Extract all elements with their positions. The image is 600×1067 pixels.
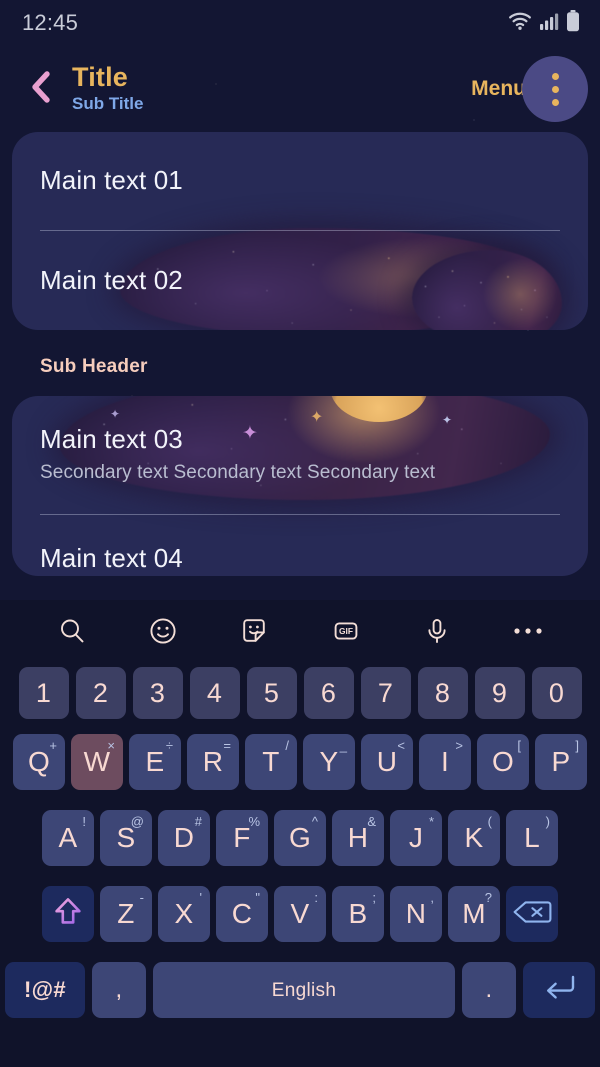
key-f[interactable]: % F [216, 810, 268, 866]
key-6[interactable]: 6 [303, 667, 354, 719]
keyboard-toolbar: GIF [0, 600, 600, 662]
gif-icon[interactable]: GIF [323, 608, 369, 654]
enter-key[interactable] [523, 962, 595, 1018]
keyboard-row-asdf: ! A @ S # D % F ^ G & H * J (K ) L [0, 800, 600, 876]
overflow-menu-button[interactable] [522, 56, 588, 122]
key-m[interactable]: ? M [448, 886, 500, 942]
key-r[interactable]: = R [187, 734, 239, 790]
key-1[interactable]: 1 [18, 667, 69, 719]
comma-key[interactable]: , [92, 962, 146, 1018]
keyboard-row-qwerty: + Q × W ÷ E = R / T _ Y < U > I [O ] P [0, 724, 600, 800]
key-v[interactable]: :V [274, 886, 326, 942]
key-z[interactable]: -Z [100, 886, 152, 942]
key-u[interactable]: < U [361, 734, 413, 790]
key-h[interactable]: & H [332, 810, 384, 866]
status-icons [508, 9, 580, 37]
back-button[interactable] [20, 68, 62, 110]
list-row[interactable]: Main text 03 Secondary text Secondary te… [12, 396, 588, 514]
key-q[interactable]: + Q [13, 734, 65, 790]
key-a[interactable]: ! A [42, 810, 94, 866]
menu-label[interactable]: Menu [471, 77, 526, 101]
list-row[interactable]: Main text 02 [12, 231, 588, 330]
key-s[interactable]: @ S [100, 810, 152, 866]
search-icon[interactable] [49, 608, 95, 654]
key-l[interactable]: ) L [506, 810, 558, 866]
on-screen-keyboard: GIF 1 2 3 4 5 6 7 8 9 0 + Q × W ÷ E = R / T _… [0, 600, 600, 1067]
key-t[interactable]: / T [245, 734, 297, 790]
chevron-left-icon [28, 70, 54, 109]
list-row-main-text: Main text 01 [40, 165, 183, 196]
backspace-icon [512, 899, 552, 930]
key-d[interactable]: # D [158, 810, 210, 866]
shift-arrow-icon [51, 895, 85, 934]
keyboard-number-row: 1 2 3 4 5 6 7 8 9 0 [0, 662, 600, 724]
list-card-group-two: ✦ ✦ ✦ ✦ Main text 03 Secondary text Seco… [12, 396, 588, 576]
cellular-signal-icon [539, 11, 559, 36]
overflow-menu-icon-dot3 [551, 98, 559, 106]
list-container[interactable]: ✦ ✦ ✦ Main text 01 Main text 02 Sub Head… [0, 132, 600, 576]
emoji-icon[interactable] [140, 608, 186, 654]
page-title: Title [72, 62, 129, 93]
overflow-menu-icon [551, 72, 559, 80]
list-row[interactable]: Main text 04 [12, 515, 588, 576]
battery-icon [566, 9, 580, 37]
app-screen: 12:45 Title Sub Title Menu ✦ ✦ ✦ Main te… [0, 0, 600, 600]
svg-text:GIF: GIF [339, 626, 353, 636]
keyboard-row-zxcv: -Z ' X " C :V ; B ,N ? M [0, 876, 600, 952]
space-key[interactable]: English [153, 962, 455, 1018]
key-w[interactable]: × W [71, 734, 123, 790]
key-i[interactable]: > I [419, 734, 471, 790]
key-p[interactable]: ] P [535, 734, 587, 790]
list-row-main-text: Main text 02 [40, 264, 183, 295]
key-7[interactable]: 7 [360, 667, 411, 719]
title-block: Title Sub Title [72, 63, 471, 114]
enter-return-icon [541, 973, 577, 1008]
symbols-key[interactable]: !@# [5, 962, 85, 1018]
list-row[interactable]: Main text 01 [12, 132, 588, 230]
list-card-group-one: ✦ ✦ ✦ Main text 01 Main text 02 [12, 132, 588, 330]
key-0[interactable]: 0 [531, 667, 582, 719]
list-row-secondary-text: Secondary text Secondary text Secondary … [40, 462, 436, 484]
key-o[interactable]: [O [477, 734, 529, 790]
shift-key[interactable] [42, 886, 94, 942]
key-y[interactable]: _ Y [303, 734, 355, 790]
list-row-main-text: Main text 03 [40, 424, 183, 455]
key-9[interactable]: 9 [474, 667, 525, 719]
microphone-icon[interactable] [414, 608, 460, 654]
key-x[interactable]: ' X [158, 886, 210, 942]
overflow-menu-icon-dot2 [551, 85, 559, 93]
wifi-icon [508, 11, 532, 36]
key-4[interactable]: 4 [189, 667, 240, 719]
key-c[interactable]: " C [216, 886, 268, 942]
key-8[interactable]: 8 [417, 667, 468, 719]
key-b[interactable]: ; B [332, 886, 384, 942]
period-key[interactable]: . [462, 962, 516, 1018]
backspace-key[interactable] [506, 886, 558, 942]
more-options-icon[interactable] [505, 608, 551, 654]
list-row-main-text: Main text 04 [40, 542, 183, 573]
key-5[interactable]: 5 [246, 667, 297, 719]
page-subtitle: Sub Title [72, 94, 144, 114]
title-bar: Title Sub Title Menu [0, 46, 600, 132]
key-j[interactable]: * J [390, 810, 442, 866]
keyboard-bottom-row: !@# , English . [0, 952, 600, 1028]
key-2[interactable]: 2 [75, 667, 126, 719]
key-n[interactable]: ,N [390, 886, 442, 942]
key-g[interactable]: ^ G [274, 810, 326, 866]
list-sub-header: Sub Header [40, 356, 148, 377]
key-e[interactable]: ÷ E [129, 734, 181, 790]
status-bar: 12:45 [0, 0, 600, 46]
key-k[interactable]: (K [448, 810, 500, 866]
status-clock: 12:45 [22, 10, 79, 35]
sticker-icon[interactable] [231, 608, 277, 654]
key-3[interactable]: 3 [132, 667, 183, 719]
